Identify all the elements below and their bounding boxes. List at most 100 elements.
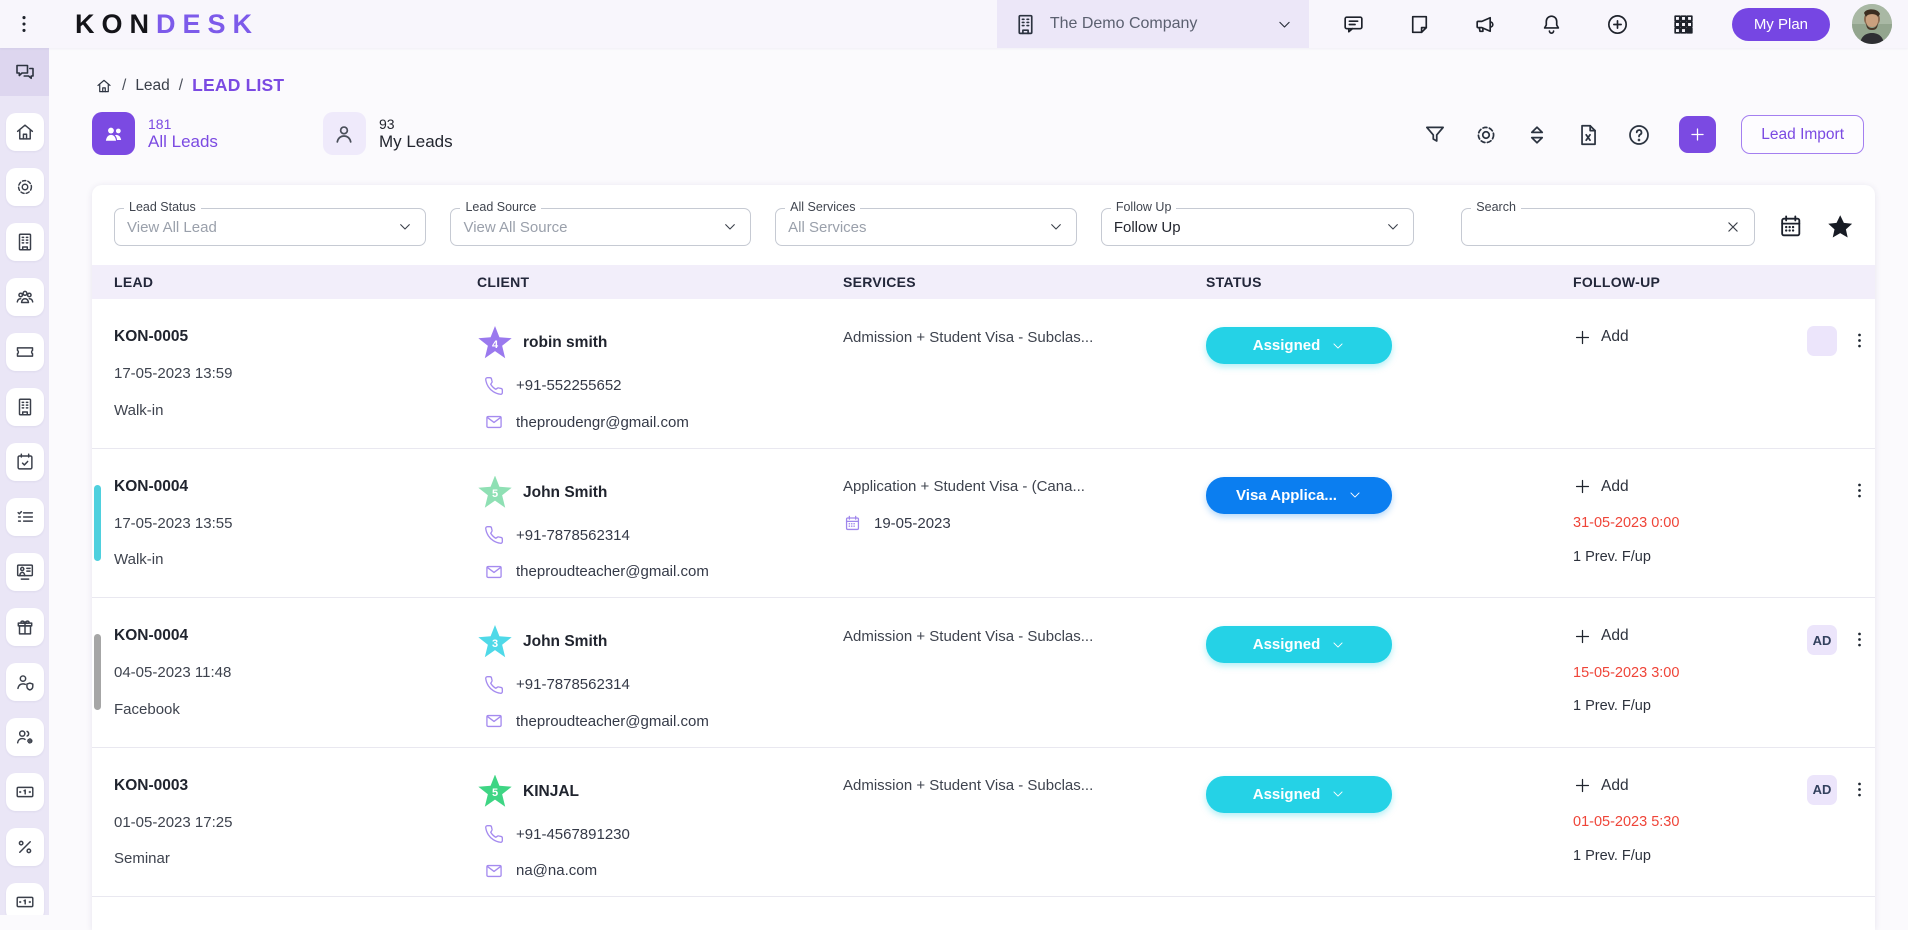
service-date: 19-05-2023 <box>874 515 951 532</box>
row-menu-kebab-icon[interactable] <box>1850 331 1869 350</box>
assignee-badge[interactable]: AD <box>1807 625 1837 655</box>
phone-icon <box>484 525 504 545</box>
sidebar-item-commission[interactable] <box>6 828 44 866</box>
excel-export-icon[interactable] <box>1575 122 1601 148</box>
add-lead-button[interactable] <box>1679 116 1716 153</box>
mail-icon <box>484 711 504 731</box>
building-icon <box>1013 12 1038 37</box>
filter-funnel-icon[interactable] <box>1422 122 1448 148</box>
sidebar-item-training[interactable] <box>6 553 44 591</box>
calendar-icon[interactable] <box>1777 213 1804 241</box>
client-name[interactable]: John Smith <box>523 633 607 651</box>
chat-bubbles-icon <box>13 60 37 84</box>
chevron-down-icon <box>1348 488 1362 502</box>
status-dropdown-button[interactable]: Visa Applica... <box>1206 477 1392 514</box>
status-dropdown-button[interactable]: Assigned <box>1206 776 1392 813</box>
my-plan-button[interactable]: My Plan <box>1732 8 1830 41</box>
sidebar-item-tickets[interactable] <box>6 333 44 371</box>
row-menu-kebab-icon[interactable] <box>1850 630 1869 649</box>
all-leads-label: All Leads <box>148 132 218 152</box>
sidebar-item-agent-security[interactable] <box>6 663 44 701</box>
header-status: STATUS <box>1206 274 1573 290</box>
apps-grid-icon[interactable] <box>1671 12 1696 37</box>
sidebar-item-home[interactable] <box>6 113 44 151</box>
bell-icon[interactable] <box>1539 12 1564 37</box>
tab-all-leads[interactable]: 181 All Leads <box>92 112 218 155</box>
client-phone: +91-7878562314 <box>516 676 630 693</box>
followup-prev-count: 1 Prev. F/up <box>1573 848 1679 864</box>
sort-icon[interactable] <box>1524 122 1550 148</box>
lead-id[interactable]: KON-0004 <box>114 476 459 498</box>
sidebar-item-rewards[interactable] <box>6 608 44 646</box>
table-row: KON-0005 17-05-2023 13:59 Walk-in 4 robi… <box>92 299 1875 449</box>
lead-source-select[interactable]: Lead Source View All Source <box>450 208 751 246</box>
sidebar-item-payments[interactable] <box>6 773 44 811</box>
assignee-badge[interactable] <box>1807 326 1837 356</box>
ticket-icon <box>14 341 36 363</box>
lead-datetime: 17-05-2023 13:55 <box>114 512 459 534</box>
lead-id[interactable]: KON-0003 <box>114 775 459 797</box>
clear-search-icon[interactable] <box>1724 218 1742 236</box>
add-followup-button[interactable]: Add <box>1573 326 1629 348</box>
sidebar-item-tasks[interactable] <box>6 498 44 536</box>
client-phone: +91-4567891230 <box>516 826 630 843</box>
sidebar-item-user-management[interactable] <box>6 718 44 756</box>
lead-id[interactable]: KON-0005 <box>114 326 459 348</box>
megaphone-icon[interactable] <box>1473 12 1498 37</box>
row-menu-kebab-icon[interactable] <box>1850 481 1869 500</box>
add-followup-button[interactable]: Add <box>1573 775 1679 797</box>
lead-datetime: 04-05-2023 11:48 <box>114 662 459 684</box>
add-followup-button[interactable]: Add <box>1573 476 1679 498</box>
add-followup-button[interactable]: Add <box>1573 625 1679 647</box>
sidebar-item-settings[interactable] <box>6 168 44 206</box>
sidebar-item-team[interactable] <box>6 278 44 316</box>
lead-id[interactable]: KON-0004 <box>114 625 459 647</box>
lead-status-select[interactable]: Lead Status View All Lead <box>114 208 426 246</box>
sidebar-item-chat[interactable] <box>0 48 49 96</box>
column-settings-gear-icon[interactable] <box>1473 122 1499 148</box>
client-name[interactable]: John Smith <box>523 484 607 502</box>
client-name[interactable]: robin smith <box>523 334 607 352</box>
service-name: Admission + Student Visa - Subclas... <box>843 326 1188 348</box>
row-menu-kebab-icon[interactable] <box>1850 780 1869 799</box>
follow-up-value: Follow Up <box>1114 219 1385 236</box>
gear-icon <box>14 176 36 198</box>
assignee-badge[interactable]: AD <box>1807 775 1837 805</box>
tab-my-leads[interactable]: 93 My Leads <box>323 112 453 155</box>
all-leads-people-icon <box>92 112 135 155</box>
company-selector[interactable]: The Demo Company <box>997 0 1309 48</box>
status-dropdown-button[interactable]: Assigned <box>1206 327 1392 364</box>
plus-icon <box>1573 776 1592 795</box>
client-name[interactable]: KINJAL <box>523 783 579 801</box>
sidebar-item-office[interactable] <box>6 388 44 426</box>
plus-circle-icon[interactable] <box>1605 12 1630 37</box>
lead-source: Walk-in <box>114 399 459 421</box>
sidebar-item-appointments[interactable] <box>6 443 44 481</box>
help-icon[interactable] <box>1626 122 1652 148</box>
service-name: Admission + Student Visa - Subclas... <box>843 775 1188 797</box>
lead-import-button[interactable]: Lead Import <box>1741 115 1864 154</box>
header-client: CLIENT <box>477 274 843 290</box>
nav-menu-kebab-icon[interactable] <box>13 13 35 35</box>
rating-star-icon: 3 <box>478 625 512 659</box>
status-dropdown-button[interactable]: Assigned <box>1206 626 1392 663</box>
all-leads-count: 181 <box>148 116 218 132</box>
sidebar-item-finance[interactable] <box>6 883 44 915</box>
avatar[interactable] <box>1852 4 1892 44</box>
sidebar-item-organization[interactable] <box>6 223 44 261</box>
phone-icon <box>484 376 504 396</box>
mail-icon <box>484 412 504 432</box>
note-icon[interactable] <box>1407 12 1432 37</box>
search-input[interactable] <box>1474 219 1724 236</box>
table-row: KON-0004 17-05-2023 13:55 Walk-in 5 John… <box>92 449 1875 599</box>
favorite-star-icon[interactable] <box>1825 212 1855 243</box>
breadcrumb-current: LEAD LIST <box>192 75 284 96</box>
chat-icon[interactable] <box>1341 12 1366 37</box>
services-select[interactable]: All Services All Services <box>775 208 1077 246</box>
followup-date: 31-05-2023 0:00 <box>1573 512 1679 534</box>
breadcrumb-home-icon[interactable] <box>95 77 113 95</box>
client-email: na@na.com <box>516 862 597 879</box>
breadcrumb-lead[interactable]: Lead <box>135 77 169 95</box>
follow-up-select[interactable]: Follow Up Follow Up <box>1101 208 1414 246</box>
left-sidebar <box>0 48 49 915</box>
